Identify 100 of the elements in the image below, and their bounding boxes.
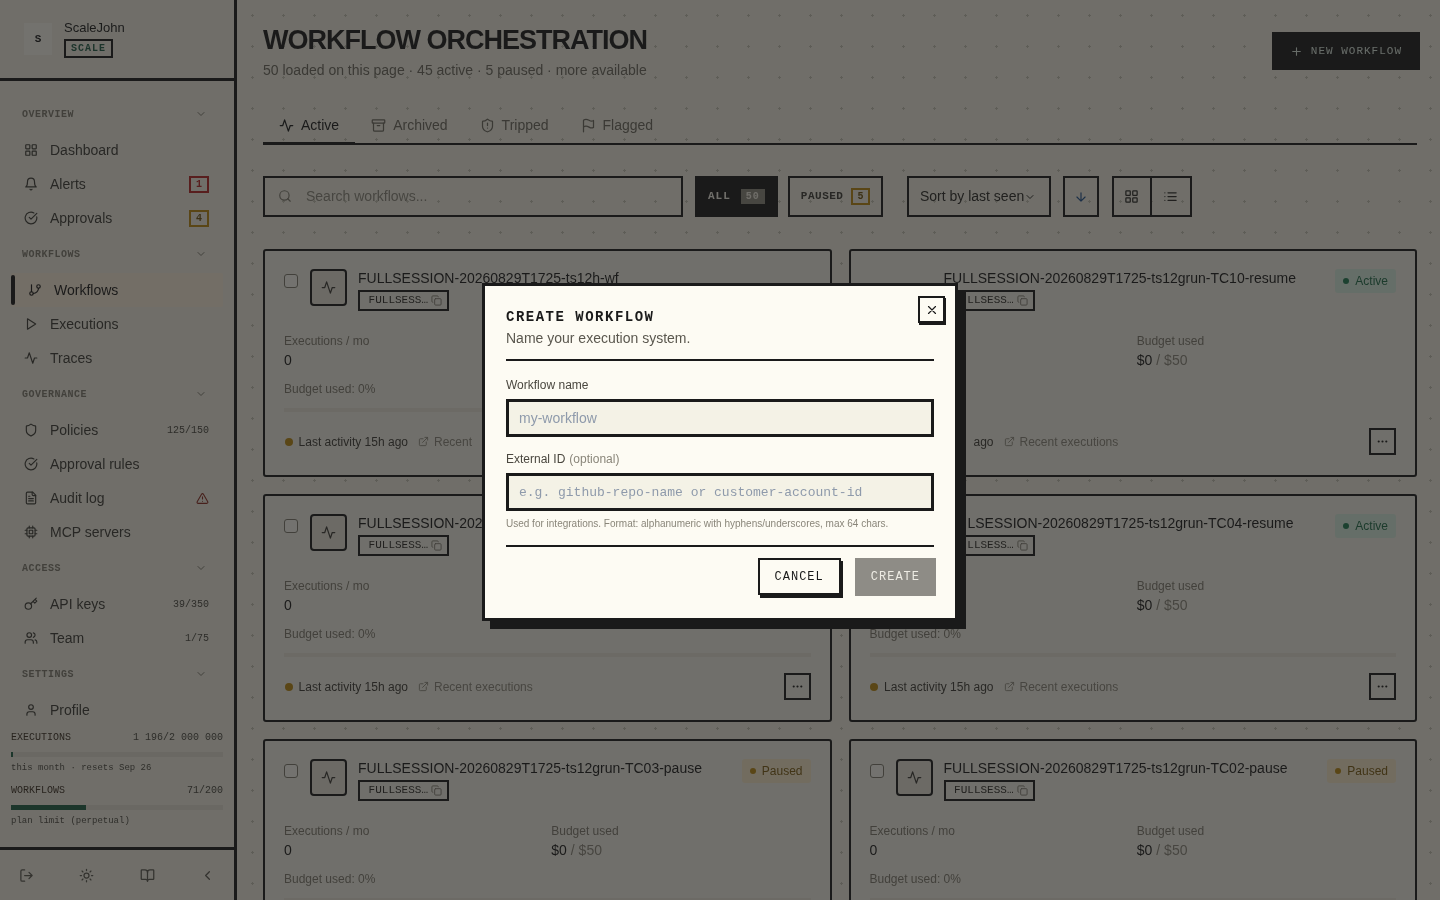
sidebar-item[interactable]: Policies 125/150 [11, 413, 223, 447]
stat-value: $0 [1136, 596, 1153, 614]
user-icon [24, 703, 38, 717]
grid-icon [1124, 189, 1140, 204]
sidebar-item[interactable]: Executions [11, 307, 223, 341]
list-icon [1163, 189, 1179, 204]
sidebar-item[interactable]: Approvals 4 [11, 201, 223, 235]
stat-value: 0 [869, 841, 878, 859]
checkbox[interactable] [284, 519, 298, 533]
more-button[interactable] [1369, 673, 1396, 700]
shield-alert-icon [479, 118, 495, 133]
sort-direction-button[interactable] [1062, 176, 1099, 217]
users-icon [24, 631, 38, 645]
pulse-icon [279, 117, 294, 133]
stat-value: $0 [1136, 351, 1153, 369]
pulse-icon [310, 514, 347, 551]
sidebar-item[interactable]: MCP servers [11, 515, 223, 549]
bell-icon [24, 177, 38, 191]
status-badge: Paused [1327, 759, 1396, 783]
usage-value: 71/200 [187, 784, 223, 798]
usage-note: plan limit (perpetual) [11, 815, 131, 827]
tab[interactable]: Active [263, 108, 356, 145]
copy-icon [431, 540, 442, 551]
sun-icon[interactable] [79, 867, 95, 883]
key-icon [24, 597, 38, 611]
usage-count: 39/350 [173, 597, 209, 612]
sidebar-item[interactable]: Team 1/75 [11, 621, 223, 655]
close-button[interactable] [918, 296, 945, 323]
id-chip[interactable]: FULLSESS… [358, 290, 449, 311]
usage-value: 1 196/2 000 000 [133, 731, 223, 745]
usage-count: 125/150 [167, 423, 209, 438]
status-badge: Paused [741, 759, 811, 783]
grid-icon [24, 143, 38, 157]
new-workflow-button[interactable]: NEW WORKFLOW [1271, 32, 1420, 70]
external-link-icon [1003, 681, 1015, 692]
workflow-title: FULLSESSION-202 [358, 514, 483, 532]
usage-label: WORKFLOWS [11, 784, 65, 798]
last-activity: Last activity 15h ago [298, 433, 408, 451]
sidebar-item[interactable]: Profile [11, 693, 223, 727]
usage-count: 1/75 [185, 631, 209, 646]
input-field[interactable]: e.g. github-repo-name or customer-account-id [506, 473, 934, 511]
external-link-icon [1003, 436, 1015, 447]
count-badge: 4 [189, 209, 209, 227]
external-link-icon [418, 681, 429, 692]
sidebar-item[interactable]: Dashboard [11, 133, 223, 167]
checkbox[interactable] [284, 764, 298, 778]
search-icon [278, 189, 292, 203]
more-button[interactable] [783, 673, 811, 700]
branch-icon [28, 283, 42, 297]
workflow-title: LSESSION-20260829T1725-ts12grun-TC04-resume [967, 514, 1294, 532]
page-title: WORKFLOW ORCHESTRATION [263, 24, 647, 56]
id-chip[interactable]: FULLSESS… [358, 780, 449, 801]
field-label: Workflow name [506, 377, 589, 393]
workflow-title: FULLSESSION-20260829T1725-ts12grun-TC10-resume [943, 269, 1296, 287]
sidebar-item[interactable]: Audit log [11, 481, 223, 515]
more-button[interactable] [1369, 428, 1396, 455]
workflow-title: FULLSESSION-20260829T1725-ts12h-wf [358, 269, 619, 287]
status-badge: Active [1335, 269, 1396, 293]
copy-icon [431, 295, 442, 306]
stat-value: 0 [284, 596, 292, 614]
input-field[interactable]: my-workflow [506, 399, 934, 437]
sidebar-item[interactable]: Approval rules [11, 447, 223, 481]
play-icon [24, 317, 38, 331]
pulse-icon [895, 759, 933, 796]
user-name: ScaleJohn [64, 20, 125, 36]
filter-button[interactable]: PAUSED 5 [787, 176, 883, 217]
last-activity: Last activity 15h ago [884, 678, 994, 696]
chip-icon [24, 525, 38, 539]
checkbox[interactable] [869, 764, 884, 778]
help-text: Used for integrations. Format: alphanumeric with hyphens/underscores, max 64 chars. [506, 517, 890, 531]
id-chip[interactable]: FULLSESS… [943, 780, 1035, 801]
id-chip[interactable]: FULLSESS… [358, 535, 449, 556]
copy-icon [431, 785, 442, 796]
sidebar-item[interactable]: Alerts 1 [11, 167, 223, 201]
last-activity: ago [973, 433, 994, 451]
plan-badge: SCALE [64, 39, 113, 58]
logout-icon[interactable] [19, 867, 34, 883]
flag-icon [580, 118, 596, 133]
sort-dropdown[interactable]: Sort by last seen [906, 176, 1051, 217]
modal-title: CREATE WORKFLOW [506, 308, 656, 326]
count-badge: 1 [189, 175, 209, 193]
sidebar-item[interactable]: Traces [11, 341, 223, 375]
stat-value: 0 [284, 351, 292, 369]
pulse-icon [310, 759, 347, 796]
modal-subtitle: Name your execution system. [506, 329, 692, 347]
arrow-down-icon [1073, 189, 1088, 204]
checkbox[interactable] [284, 274, 298, 288]
plus-icon [1289, 44, 1303, 58]
shield-icon [24, 423, 38, 437]
cancel-button[interactable]: CANCEL [757, 558, 841, 595]
archive-icon [371, 118, 387, 133]
copy-icon [1016, 540, 1028, 551]
sidebar-item[interactable]: API keys 39/350 [11, 587, 223, 621]
stat-value: $0 [551, 841, 567, 859]
field-label: External ID [506, 451, 566, 467]
usage-label: EXECUTIONS [11, 731, 71, 745]
check-circle-icon [24, 211, 38, 225]
copy-icon [1016, 295, 1028, 306]
copy-icon [1016, 785, 1028, 796]
book-icon[interactable] [139, 867, 155, 883]
